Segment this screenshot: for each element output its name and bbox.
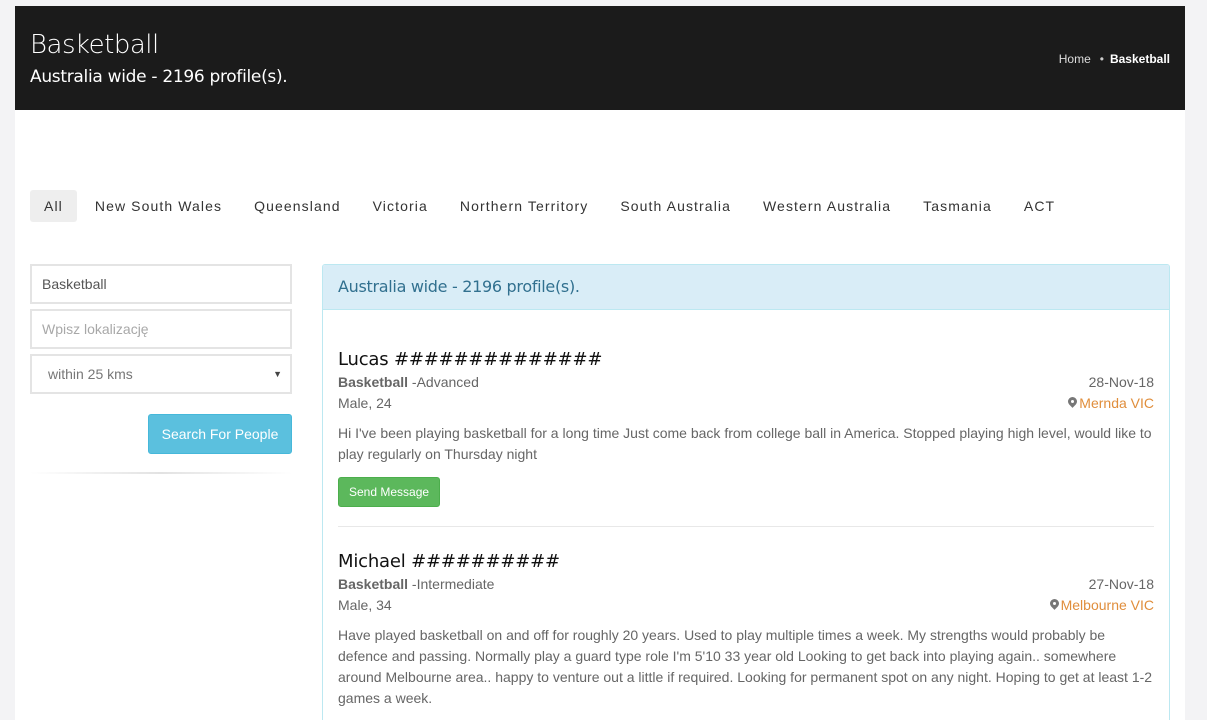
profile-name: Michael ########## [338,551,560,572]
tab-victoria[interactable]: Victoria [359,190,442,222]
tab-all[interactable]: All [30,190,77,222]
search-sidebar: Basketball Wpisz lokalizację within 25 k… [30,264,292,474]
profile-level: -Intermediate [408,576,495,592]
profile-date: 27-Nov-18 [1088,576,1154,592]
map-marker-icon [1050,599,1059,611]
profile-card: Michael ########## Basketball -Intermedi… [338,551,1154,709]
distance-select[interactable]: within 25 kms ▼ [30,354,292,394]
profile-location: Mernda VIC [1068,393,1154,414]
profile-description: Hi I've been playing basketball for a lo… [338,425,1152,462]
profile-date: 28-Nov-18 [1088,374,1154,390]
profile-activity-row: Basketball -Intermediate 27-Nov-18 [338,574,1154,595]
profile-details-row: Male, 34 Melbourne VIC [338,595,1154,616]
results-panel: Australia wide - 2196 profile(s). Lucas … [322,264,1170,720]
profile-name: Lucas ############## [338,349,603,370]
profile-sport: Basketball [338,374,409,390]
breadcrumb: Home • Basketball [1059,52,1170,66]
sidebar-divider [30,472,292,474]
tab-northern-territory[interactable]: Northern Territory [446,190,602,222]
profile-activity-row: Basketball -Advanced 28-Nov-18 [338,372,1154,393]
tab-tasmania[interactable]: Tasmania [909,190,1006,222]
page-container: Basketball Australia wide - 2196 profile… [15,6,1185,720]
profile-description: Have played basketball on and off for ro… [338,627,1153,706]
profile-gender-age: Male, 24 [338,395,392,411]
profile-card: Lucas ############## Basketball -Advance… [338,349,1154,507]
breadcrumb-home-link[interactable]: Home [1059,52,1091,66]
activity-input[interactable]: Basketball [30,264,292,304]
profile-sport: Basketball [338,576,409,592]
breadcrumb-current: Basketball [1109,52,1170,66]
profile-location: Melbourne VIC [1050,595,1154,616]
profile-gender-age: Male, 34 [338,597,392,613]
profile-details-row: Male, 24 Mernda VIC [338,393,1154,414]
region-tabs: All New South Wales Queensland Victoria … [30,190,1073,222]
profile-level: -Advanced [408,374,479,390]
send-message-button[interactable]: Send Message [338,477,441,507]
tab-new-south-wales[interactable]: New South Wales [81,190,236,222]
profile-divider [338,526,1154,527]
search-button[interactable]: Search For People [148,414,292,454]
tab-act[interactable]: ACT [1010,190,1069,222]
tab-south-australia[interactable]: South Australia [606,190,745,222]
map-marker-icon [1068,397,1077,409]
profile-location-link[interactable]: Melbourne VIC [1061,597,1154,613]
profile-location-link[interactable]: Mernda VIC [1079,395,1154,411]
page-header: Basketball Australia wide - 2196 profile… [15,6,1185,110]
location-input[interactable]: Wpisz lokalizację [30,309,292,349]
results-heading: Australia wide - 2196 profile(s). [323,265,1169,310]
page-subtitle: Australia wide - 2196 profile(s). [30,67,288,87]
distance-select-value: within 25 kms [48,366,133,382]
tab-queensland[interactable]: Queensland [240,190,355,222]
tab-western-australia[interactable]: Western Australia [749,190,905,222]
caret-down-icon: ▼ [273,369,282,379]
breadcrumb-separator: • [1099,52,1104,66]
page-title: Basketball [30,30,159,60]
